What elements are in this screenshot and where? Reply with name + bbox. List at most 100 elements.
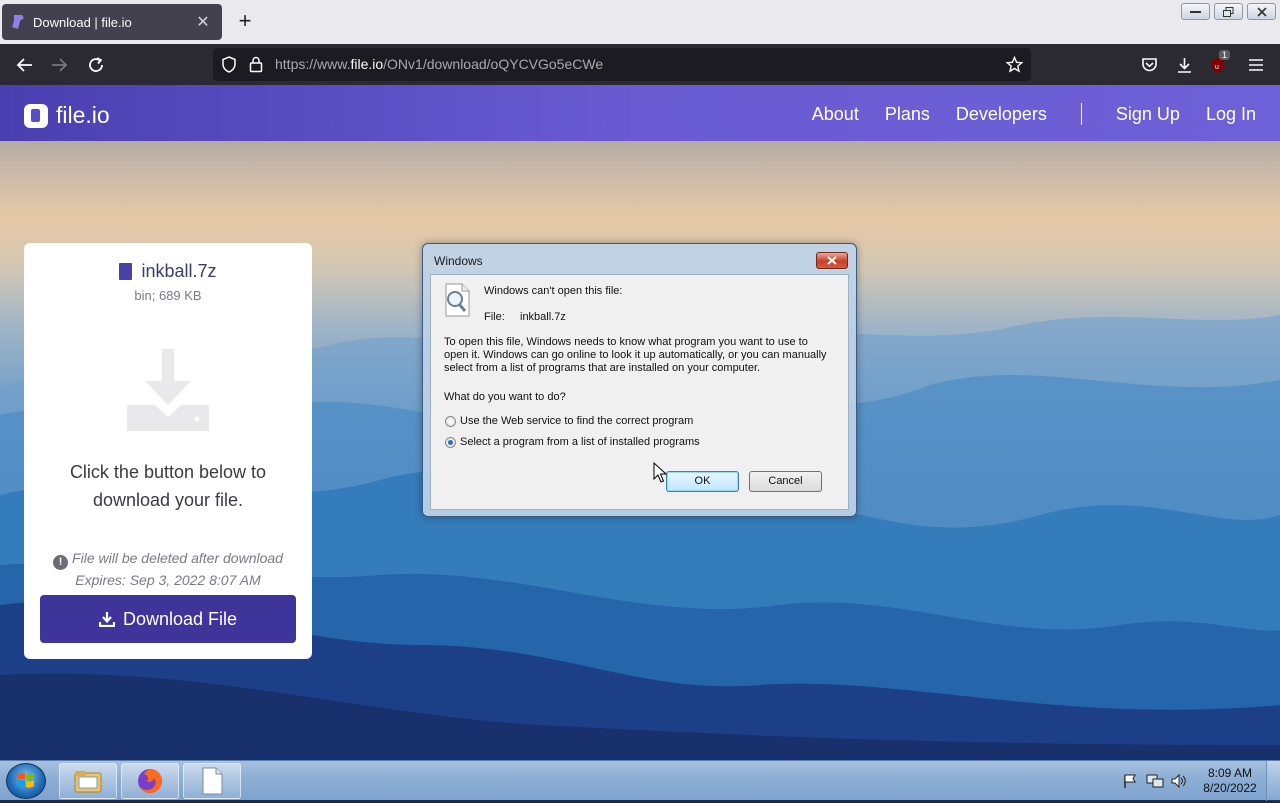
taskbar-notepad[interactable] bbox=[183, 763, 241, 799]
open-with-dialog: Windows Windows can't open this file: Fi… bbox=[422, 243, 857, 517]
forward-button[interactable] bbox=[48, 53, 72, 77]
dialog-file-name: inkball.7z bbox=[520, 311, 566, 323]
bookmark-star-icon[interactable] bbox=[1006, 56, 1023, 73]
file-meta: bin; 689 KB bbox=[134, 288, 202, 303]
file-name: inkball.7z bbox=[141, 261, 217, 281]
explanation-line-2: open it. Windows can go online to look i… bbox=[444, 349, 827, 361]
minimize-button[interactable] bbox=[1181, 3, 1210, 20]
ublock-extension-button[interactable]: u 1 bbox=[1207, 50, 1231, 77]
nav-about-link[interactable]: About bbox=[812, 104, 859, 125]
address-bar[interactable]: https://www.file.io/ONv1/download/oQYCVG… bbox=[213, 48, 1031, 81]
back-arrow-icon bbox=[16, 58, 32, 72]
instruction-text: Click the button below to download your … bbox=[24, 458, 312, 514]
ok-button[interactable]: OK bbox=[666, 471, 739, 492]
url-text[interactable]: https://www.file.io/ONv1/download/oQYCVG… bbox=[275, 56, 603, 72]
back-button[interactable] bbox=[12, 53, 36, 77]
close-icon bbox=[827, 256, 837, 265]
download-arrow-icon bbox=[1177, 57, 1191, 73]
url-path: /ONv1/download/oQYCVGo5eCWe bbox=[383, 56, 604, 72]
reload-button[interactable] bbox=[84, 53, 108, 77]
minimize-icon bbox=[1190, 10, 1201, 13]
installed-programs-option-label[interactable]: Select a program from a list of installe… bbox=[460, 436, 700, 448]
site-header: file.io About Plans Developers Sign Up L… bbox=[0, 85, 1280, 141]
nav-developers-link[interactable]: Developers bbox=[956, 104, 1047, 125]
shield-icon[interactable] bbox=[221, 56, 237, 73]
web-service-option-label[interactable]: Use the Web service to find the correct … bbox=[460, 415, 693, 427]
windows-taskbar: 8:09 AM 8/20/2022 bbox=[0, 760, 1280, 801]
blank-document-icon bbox=[202, 767, 223, 795]
reload-icon bbox=[89, 57, 103, 72]
expires-text: Expires: Sep 3, 2022 8:07 AM bbox=[75, 572, 261, 588]
nav-divider bbox=[1080, 103, 1082, 125]
file-name-row: inkball.7z bbox=[24, 261, 312, 282]
file-io-logo-icon bbox=[24, 103, 48, 128]
expiry-notice: ! File will be deleted after download Exp… bbox=[24, 548, 312, 590]
taskbar-firefox[interactable] bbox=[121, 763, 179, 799]
unknown-file-magnifier-icon bbox=[445, 283, 470, 317]
tab-title: Download | file.io bbox=[33, 14, 132, 30]
extension-badge: 1 bbox=[1219, 50, 1231, 60]
dialog-question: What do you want to do? bbox=[444, 391, 566, 403]
download-file-button[interactable]: Download File bbox=[40, 595, 296, 643]
mouse-pointer-icon bbox=[653, 462, 667, 483]
installed-programs-radio[interactable] bbox=[445, 437, 456, 448]
site-nav: About Plans Developers Sign Up Log In bbox=[786, 103, 1256, 125]
volume-icon[interactable] bbox=[1170, 773, 1188, 789]
network-icon[interactable] bbox=[1146, 773, 1164, 789]
browser-tab-bar: Download | file.io ✕ + bbox=[0, 0, 1280, 44]
close-window-icon bbox=[1256, 6, 1267, 17]
restore-icon bbox=[1223, 6, 1234, 17]
file-io-favicon-icon bbox=[12, 15, 24, 29]
browser-tab-active[interactable]: Download | file.io ✕ bbox=[2, 4, 222, 40]
site-logo[interactable]: file.io bbox=[24, 102, 110, 129]
nav-plans-link[interactable]: Plans bbox=[885, 104, 930, 125]
svg-text:u: u bbox=[1215, 64, 1219, 71]
start-button[interactable] bbox=[6, 763, 46, 799]
taskbar-explorer[interactable] bbox=[59, 763, 117, 799]
clock-time: 8:09 AM bbox=[1207, 766, 1253, 780]
browser-nav-bar: https://www.file.io/ONv1/download/oQYCVG… bbox=[0, 44, 1280, 85]
hamburger-menu-icon bbox=[1249, 59, 1263, 71]
pocket-icon bbox=[1141, 58, 1157, 72]
new-tab-button[interactable]: + bbox=[234, 10, 256, 32]
tab-close-icon[interactable]: ✕ bbox=[194, 12, 212, 32]
close-window-button[interactable] bbox=[1247, 3, 1276, 20]
dialog-close-button[interactable] bbox=[816, 252, 848, 269]
windows-logo-icon bbox=[18, 772, 34, 788]
instruction-line-2: download your file. bbox=[92, 490, 244, 510]
menu-button[interactable] bbox=[1244, 53, 1268, 77]
file-label: File: bbox=[484, 311, 505, 323]
explanation-line-1: To open this file, Windows needs to know… bbox=[444, 336, 808, 348]
dialog-heading: Windows can't open this file: bbox=[484, 285, 623, 297]
forward-arrow-icon bbox=[52, 58, 68, 72]
dialog-body: Windows can't open this file: File: inkb… bbox=[430, 274, 849, 510]
download-icon bbox=[98, 612, 115, 627]
restore-button[interactable] bbox=[1214, 3, 1243, 20]
file-icon bbox=[119, 263, 133, 280]
instruction-line-1: Click the button below to bbox=[69, 462, 267, 482]
system-clock[interactable]: 8:09 AM 8/20/2022 bbox=[1199, 766, 1261, 796]
info-exclamation-icon: ! bbox=[53, 555, 69, 570]
download-file-label: Download File bbox=[122, 608, 238, 629]
downloads-button[interactable] bbox=[1172, 53, 1196, 77]
pocket-button[interactable] bbox=[1137, 53, 1161, 77]
folder-icon bbox=[74, 771, 102, 793]
lock-icon[interactable] bbox=[249, 56, 263, 73]
dialog-title: Windows bbox=[434, 254, 483, 268]
nav-login-link[interactable]: Log In bbox=[1206, 104, 1256, 125]
show-desktop-button[interactable] bbox=[1266, 761, 1280, 801]
logo-text: file.io bbox=[56, 102, 110, 128]
explanation-line-3: select from a list of programs that are … bbox=[444, 362, 761, 374]
download-placeholder-icon bbox=[127, 349, 209, 431]
firefox-icon bbox=[138, 769, 162, 793]
nav-signup-link[interactable]: Sign Up bbox=[1116, 104, 1180, 125]
web-service-radio[interactable] bbox=[445, 416, 456, 427]
dialog-explanation: To open this file, Windows needs to know… bbox=[444, 336, 844, 375]
clock-date: 8/20/2022 bbox=[1203, 781, 1257, 795]
delete-warning-text: File will be deleted after download bbox=[72, 550, 283, 566]
url-prefix: https://www. bbox=[275, 56, 351, 72]
url-host: file.io bbox=[350, 56, 384, 72]
cancel-button[interactable]: Cancel bbox=[749, 471, 822, 492]
download-card: inkball.7z bin; 689 KB Click the button … bbox=[24, 243, 312, 659]
action-center-flag-icon[interactable] bbox=[1122, 773, 1138, 789]
